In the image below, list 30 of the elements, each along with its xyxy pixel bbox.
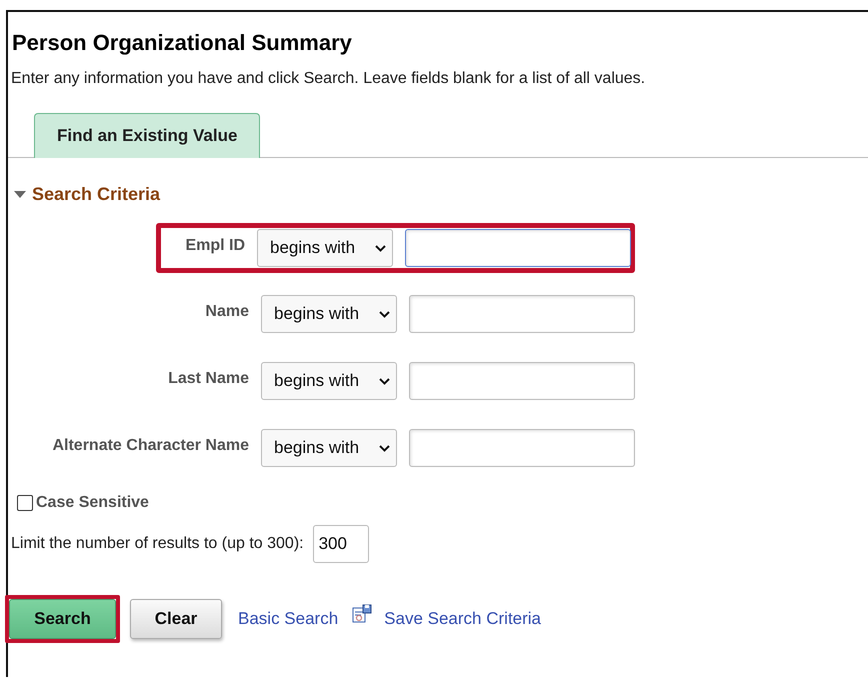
document-save-icon[interactable] — [352, 604, 372, 624]
section-title[interactable]: Search Criteria — [32, 184, 160, 205]
chevron-down-icon — [375, 244, 386, 252]
field-label: Name — [204, 302, 249, 321]
checkbox-label: Case Sensitive — [36, 494, 149, 512]
search-button[interactable]: Search — [9, 599, 116, 639]
chevron-down-icon — [379, 310, 390, 318]
operator-dropdown[interactable]: begins with — [261, 295, 397, 333]
chevron-down-icon — [379, 444, 390, 452]
operator-dropdown[interactable]: begins with — [257, 229, 393, 267]
input-field[interactable] — [409, 429, 635, 467]
link[interactable]: Basic Search — [238, 609, 338, 629]
instructions-text: Enter any information you have and click Search. Leave fields blank for a list of all values. — [10, 69, 646, 88]
field-label: Last Name — [167, 369, 249, 388]
operator-dropdown[interactable]: begins with — [261, 362, 397, 400]
input-field[interactable] — [405, 229, 631, 267]
page-title: Person Organizational Summary — [11, 29, 353, 56]
tab[interactable]: Find an Existing Value — [34, 113, 260, 158]
input-field[interactable] — [409, 362, 635, 400]
checkbox[interactable] — [17, 495, 33, 511]
input-field[interactable] — [409, 295, 635, 333]
operator-dropdown[interactable]: begins with — [261, 429, 397, 467]
chevron-down-icon — [379, 378, 390, 384]
limit-field[interactable]: 300 — [312, 525, 369, 563]
link[interactable]: Save Search Criteria — [384, 609, 542, 629]
triangle-icon[interactable] — [14, 190, 26, 198]
field-label: Alternate Character Name — [51, 436, 249, 455]
clear-button[interactable]: Clear — [130, 599, 222, 639]
field-label: Empl ID — [184, 236, 245, 255]
limit-label: Limit the number of results to (up to 300): — [11, 535, 304, 553]
